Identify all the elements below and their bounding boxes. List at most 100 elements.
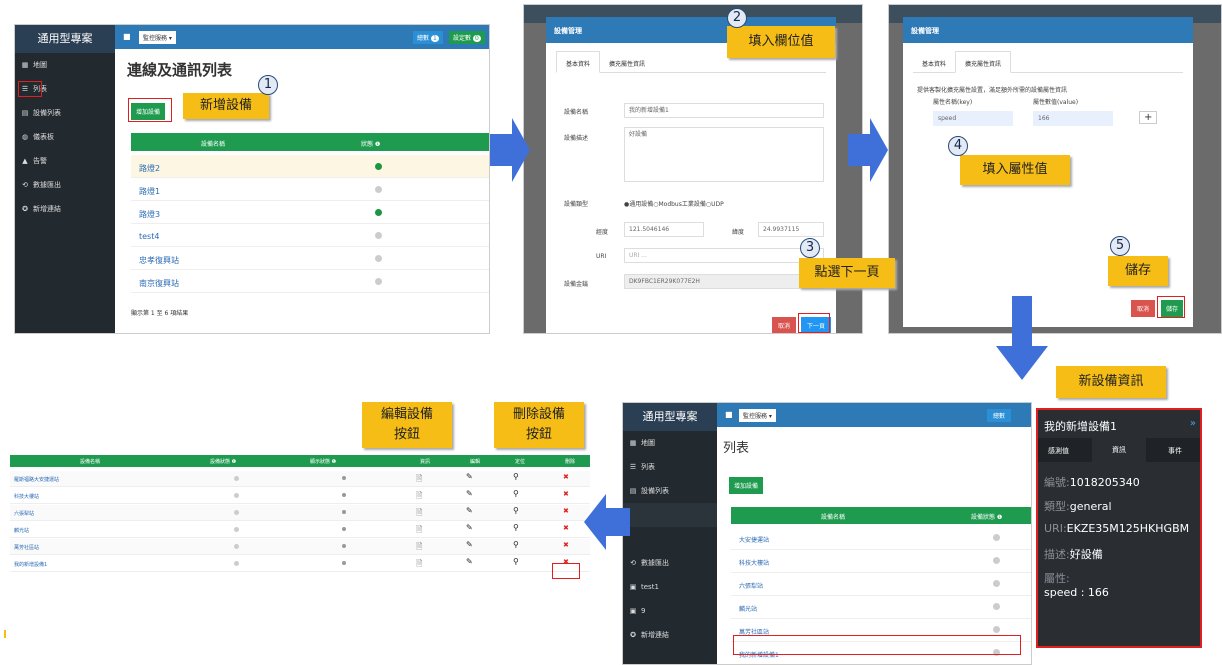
sidebar-item-export[interactable]: ⟲ 數據匯出 — [15, 173, 115, 197]
location-icon[interactable]: ⚲ — [513, 506, 519, 515]
sidebar-item[interactable]: ⟲ 數據匯出 — [623, 551, 717, 575]
attr-key-field[interactable]: speed — [933, 111, 1013, 126]
document-icon[interactable]: 🗎 — [416, 473, 422, 487]
sidebar-item[interactable]: ▣ 9 — [623, 599, 717, 623]
table-row[interactable]: 六張犁站 🗎 ✎ ⚲ ✖ — [10, 505, 590, 521]
location-icon[interactable]: ⚲ — [513, 489, 519, 498]
document-icon[interactable]: 🗎 — [416, 524, 422, 538]
edit-icon[interactable]: ✎ — [466, 472, 473, 481]
total-badge[interactable]: 總數 — [987, 409, 1012, 422]
delete-icon[interactable]: ✖ — [563, 473, 569, 481]
name-field[interactable]: 我的新增設備1 — [624, 103, 824, 118]
device-name-link[interactable]: 科技大樓站 — [739, 558, 769, 567]
table-row[interactable]: 六張犁站 — [731, 573, 1031, 596]
service-dropdown[interactable]: 監控服務 ▾ — [139, 31, 176, 44]
attr-value-field[interactable]: 166 — [1033, 111, 1113, 126]
info-value: general — [1069, 500, 1112, 513]
device-name-link[interactable]: 六張犁站 — [14, 510, 34, 517]
sidebar-item[interactable]: ▣ test1 — [623, 575, 717, 599]
sidebar-item[interactable]: ▤ 設備列表 — [623, 479, 717, 503]
table-row[interactable]: 萬芳社區站 🗎 ✎ ⚲ ✖ — [10, 539, 590, 555]
sidebar-item[interactable] — [623, 527, 717, 551]
edit-icon[interactable]: ✎ — [466, 523, 473, 532]
tab-events[interactable]: 事件 — [1168, 446, 1182, 456]
uri-field[interactable]: URI ... — [624, 248, 824, 263]
status-dot — [234, 527, 239, 532]
table-row[interactable]: 羅斯福路大安捷運站 🗎 ✎ ⚲ ✖ — [10, 471, 590, 487]
device-name-link[interactable]: 羅斯福路大安捷運站 — [14, 476, 59, 483]
table-row[interactable]: 麟光站 — [731, 596, 1031, 619]
edit-icon[interactable]: ✎ — [466, 506, 473, 515]
sidebar-item[interactable] — [623, 503, 717, 527]
table-row[interactable]: 我的新增設備1 🗎 ✎ ⚲ ✖ — [10, 556, 590, 572]
location-icon[interactable]: ⚲ — [513, 540, 519, 549]
latitude-field[interactable]: 24.9937115 — [758, 222, 824, 237]
sidebar-item-list[interactable]: ☰ 列表 — [15, 77, 115, 101]
setting-badge[interactable]: 設定數 0 — [449, 31, 485, 44]
sidebar-item[interactable]: ✪ 新增連結 — [623, 623, 717, 647]
sidebar-item[interactable]: ▦ 地圖 — [623, 431, 717, 455]
table-row[interactable]: 路燈1 — [131, 178, 489, 201]
tab-sensor[interactable]: 感測值 — [1048, 446, 1069, 456]
tab-extended[interactable]: 擴充屬性資訊 — [600, 52, 654, 74]
device-name-link[interactable]: 路燈2 — [139, 163, 160, 174]
sidebar-item[interactable]: ☰ 列表 — [623, 455, 717, 479]
tab-extended[interactable]: 擴充屬性資訊 — [955, 51, 1012, 73]
table-row[interactable]: test4 — [131, 224, 489, 247]
device-name-link[interactable]: 科技大樓站 — [14, 493, 39, 500]
sidebar-item-map[interactable]: ▦ 地圖 — [15, 53, 115, 77]
device-name-link[interactable]: 六張犁站 — [739, 581, 763, 590]
edit-icon[interactable]: ✎ — [466, 489, 473, 498]
device-name-link[interactable]: 大安捷運站 — [739, 535, 769, 544]
sidebar-item-device-list[interactable]: ▤ 設備列表 — [15, 101, 115, 125]
document-icon[interactable]: 🗎 — [416, 507, 422, 521]
menu-icon[interactable]: ■ — [123, 32, 131, 41]
location-icon[interactable]: ⚲ — [513, 557, 519, 566]
device-name-link[interactable]: test4 — [139, 232, 159, 241]
desc-field[interactable]: 好設備 — [624, 127, 824, 182]
cancel-button[interactable]: 取消 — [1131, 300, 1156, 317]
delete-icon[interactable]: ✖ — [563, 524, 569, 532]
type-radio[interactable]: ●通用設備○Modbus工業設備○UDP — [624, 199, 724, 208]
longitude-field[interactable]: 121.5046146 — [624, 222, 704, 237]
table-row[interactable]: 大安捷運站 — [731, 527, 1031, 550]
total-badge[interactable]: 總數 1 — [413, 31, 443, 44]
device-name-link[interactable]: 麟光站 — [14, 527, 29, 534]
device-name-link[interactable]: 南京復興站 — [139, 278, 179, 289]
sidebar-item-add-link[interactable]: ✪ 新增連結 — [15, 197, 115, 221]
document-icon[interactable]: 🗎 — [416, 558, 422, 572]
table-row[interactable]: 科技大樓站 — [731, 550, 1031, 573]
device-name-link[interactable]: 路燈3 — [139, 209, 160, 220]
add-device-button[interactable]: 增加設備 — [729, 477, 764, 494]
device-name-link[interactable]: 我的新增設備1 — [14, 561, 47, 568]
edit-icon[interactable]: ✎ — [466, 557, 473, 566]
tab-basic[interactable]: 基本資料 — [913, 52, 955, 74]
expand-icon[interactable]: » — [1190, 418, 1196, 429]
location-icon[interactable]: ⚲ — [513, 472, 519, 481]
table-row[interactable]: 南京復興站 — [131, 270, 489, 293]
table-row[interactable]: 路燈2 — [131, 155, 489, 178]
table-row[interactable]: 科技大樓站 🗎 ✎ ⚲ ✖ — [10, 488, 590, 504]
menu-icon[interactable]: ■ — [725, 410, 733, 419]
sidebar-item-alert[interactable]: ▲ 告警 — [15, 149, 115, 173]
delete-icon[interactable]: ✖ — [563, 490, 569, 498]
edit-icon[interactable]: ✎ — [466, 540, 473, 549]
tab-info[interactable]: 資訊 — [1092, 438, 1146, 462]
device-name-link[interactable]: 麟光站 — [739, 604, 757, 613]
document-icon[interactable]: 🗎 — [416, 541, 422, 555]
delete-icon[interactable]: ✖ — [563, 541, 569, 549]
add-attr-button[interactable]: + — [1139, 111, 1158, 124]
device-name-link[interactable]: 忠孝復興站 — [139, 255, 179, 266]
table-row[interactable]: 路燈3 — [131, 201, 489, 224]
table-row[interactable]: 麟光站 🗎 ✎ ⚲ ✖ — [10, 522, 590, 538]
table-row[interactable]: 忠孝復興站 — [131, 247, 489, 270]
service-dropdown[interactable]: 監控服務 ▾ — [739, 409, 776, 422]
document-icon[interactable]: 🗎 — [416, 490, 422, 504]
sidebar-item-dashboard[interactable]: ◍ 儀表板 — [15, 125, 115, 149]
location-icon[interactable]: ⚲ — [513, 523, 519, 532]
tab-basic[interactable]: 基本資料 — [556, 51, 601, 73]
device-name-link[interactable]: 路燈1 — [139, 186, 160, 197]
device-name-link[interactable]: 萬芳社區站 — [14, 544, 39, 551]
delete-icon[interactable]: ✖ — [563, 507, 569, 515]
cancel-button[interactable]: 取消 — [772, 317, 797, 333]
